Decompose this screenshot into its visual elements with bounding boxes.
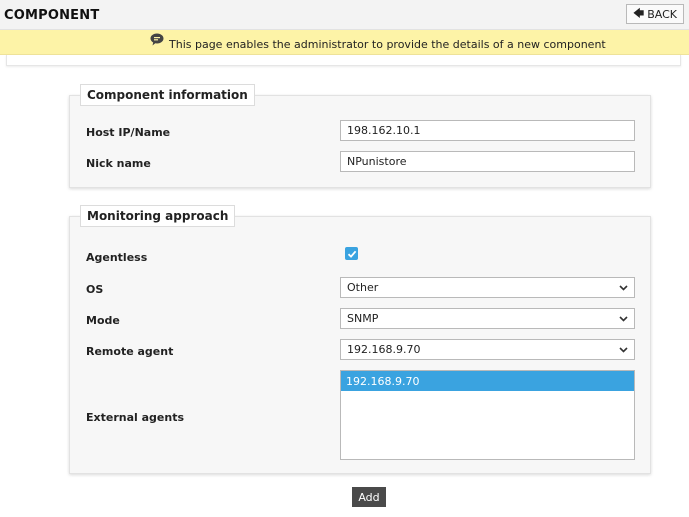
os-select-value: Other [347, 281, 379, 294]
back-arrow-icon: 🡄 [632, 6, 645, 20]
remote-agent-label: Remote agent [86, 345, 174, 358]
back-button[interactable]: 🡄 BACK [625, 4, 684, 24]
back-button-label: BACK [647, 7, 677, 21]
nick-label: Nick name [86, 157, 151, 170]
checkmark-icon [347, 250, 356, 258]
external-agents-label: External agents [86, 411, 185, 424]
banner-text: This page enables the administrator to p… [169, 38, 606, 51]
mode-select[interactable]: SNMP [340, 308, 635, 329]
mode-select-value: SNMP [347, 312, 379, 325]
host-label: Host IP/Name [86, 126, 171, 139]
content-band [6, 55, 681, 66]
chevron-down-icon [619, 347, 628, 353]
component-info-panel: Component information [69, 84, 651, 188]
page-header: COMPONENT 🡄 BACK [0, 0, 689, 30]
info-banner: This page enables the administrator to p… [0, 30, 689, 55]
remote-agent-value: 192.168.9.70 [347, 343, 421, 356]
list-item[interactable]: 192.168.9.70 [341, 371, 634, 391]
remote-agent-select[interactable]: 192.168.9.70 [340, 339, 635, 360]
chevron-down-icon [619, 316, 628, 322]
os-label: OS [86, 283, 104, 296]
chat-bubble-icon [150, 33, 164, 46]
monitoring-legend: Monitoring approach [80, 205, 236, 227]
chevron-down-icon [619, 285, 628, 291]
mode-label: Mode [86, 314, 120, 327]
page-title: COMPONENT [4, 8, 100, 23]
agentless-label: Agentless [86, 251, 148, 264]
agentless-checkbox[interactable] [345, 247, 358, 260]
external-agents-listbox[interactable]: 192.168.9.70 [340, 370, 635, 460]
host-input[interactable] [340, 120, 635, 141]
add-button[interactable]: Add [352, 487, 386, 507]
nick-input[interactable] [340, 151, 635, 172]
component-info-legend: Component information [80, 84, 255, 106]
os-select[interactable]: Other [340, 277, 635, 298]
